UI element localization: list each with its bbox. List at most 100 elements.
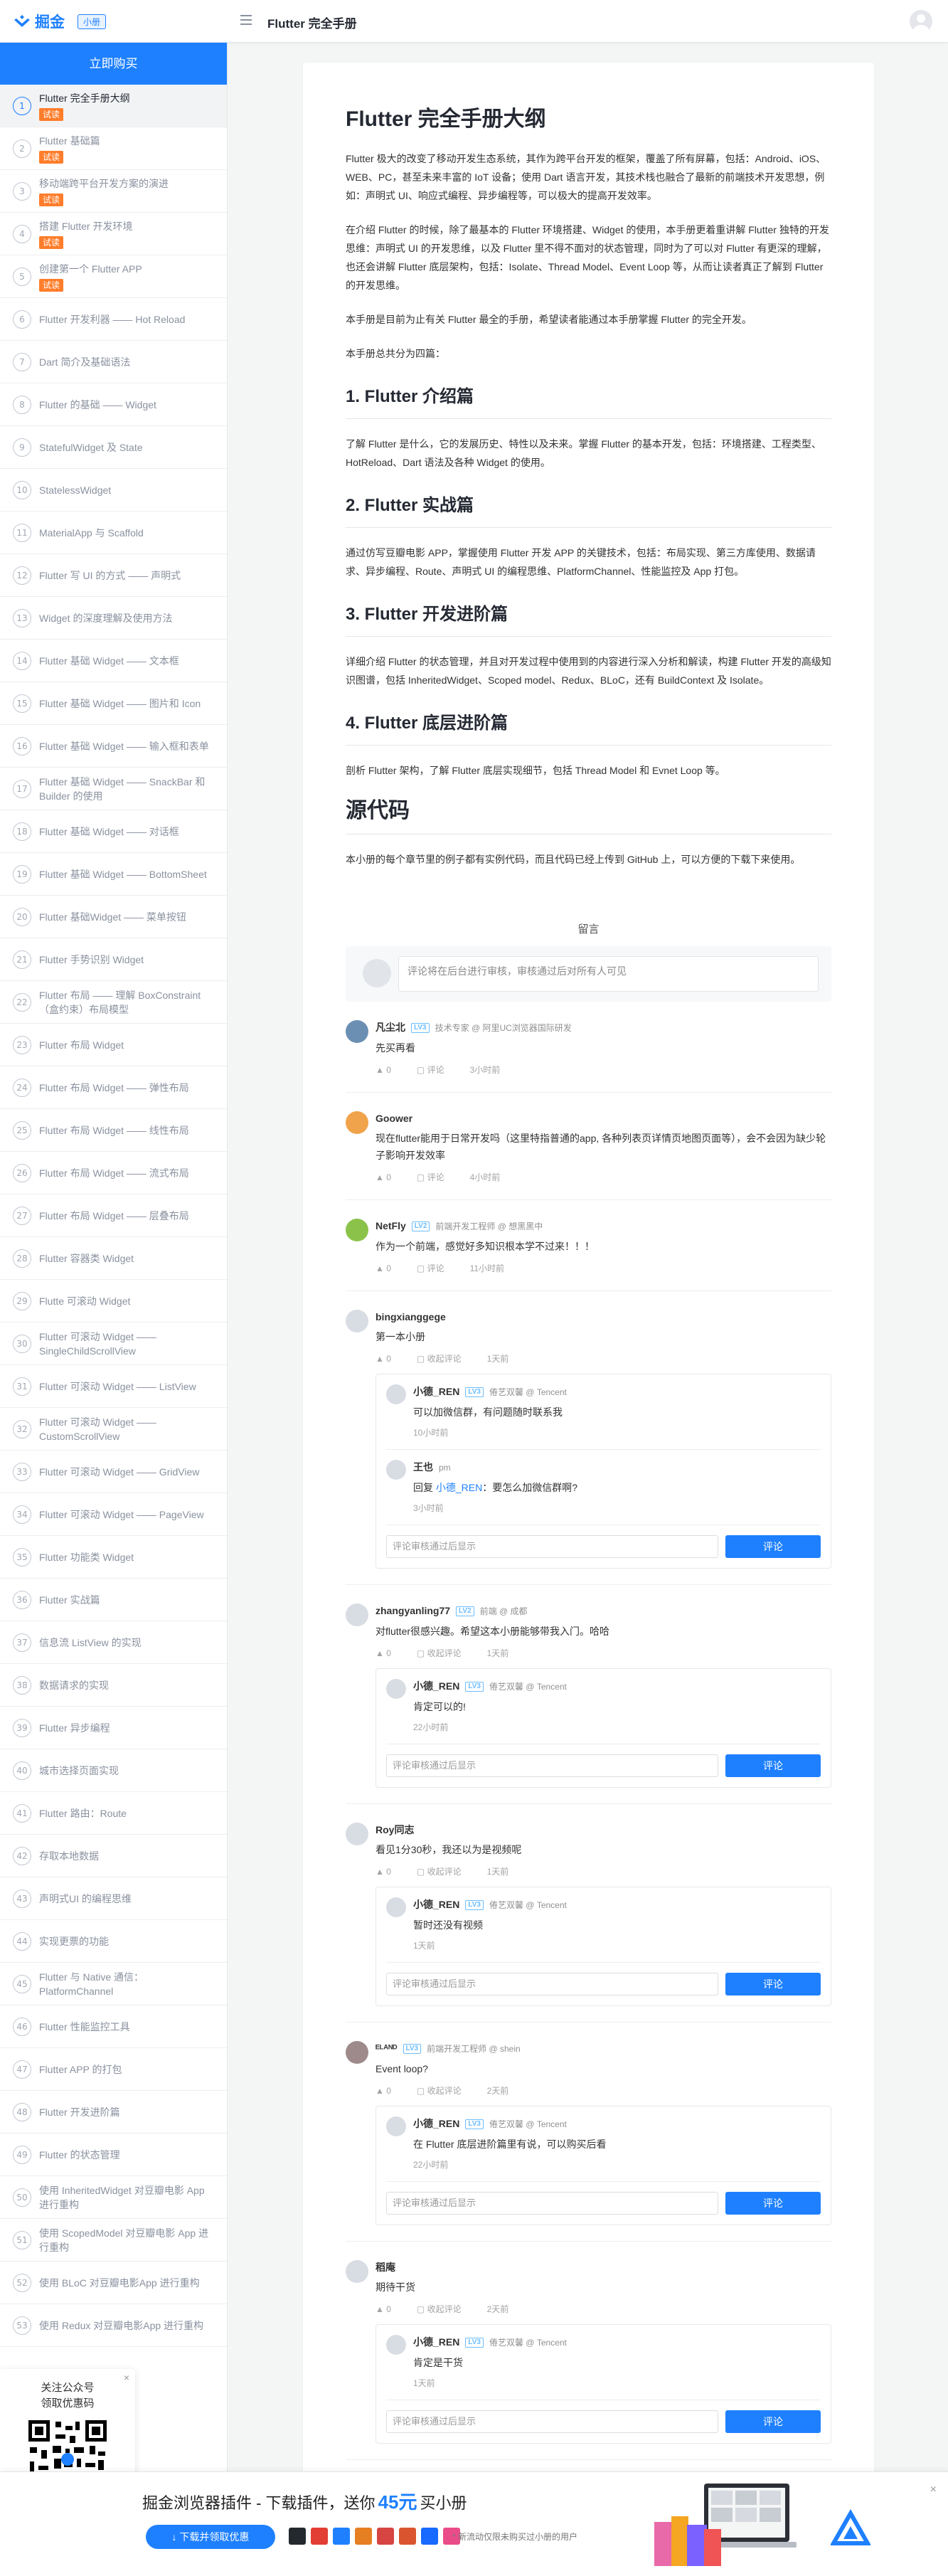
like-button[interactable]: ▲ 0 bbox=[376, 1172, 404, 1182]
chapter-item[interactable]: 19 Flutter 基础 Widget —— BottomSheet bbox=[0, 853, 227, 896]
reply-input[interactable]: 评论审核通过后显示 bbox=[386, 2410, 718, 2433]
like-button[interactable]: ▲ 0 bbox=[376, 1867, 404, 1877]
reply-author[interactable]: 小德_REN bbox=[413, 2118, 459, 2129]
reply-input[interactable]: 评论审核通过后显示 bbox=[386, 1754, 718, 1777]
chapter-item[interactable]: 48 Flutter 开发进阶篇 bbox=[0, 2091, 227, 2134]
chapter-item[interactable]: 30 Flutter 可滚动 Widget —— SingleChildScrol… bbox=[0, 1323, 227, 1365]
reply-author[interactable]: 小德_REN bbox=[413, 1680, 459, 1692]
chapter-item[interactable]: 52 使用 BLoC 对豆瓣电影App 进行重构 bbox=[0, 2262, 227, 2304]
avatar[interactable] bbox=[346, 1823, 368, 1845]
comment-toggle[interactable]: ▢ 收起评论 bbox=[417, 2304, 474, 2314]
reply-author[interactable]: 小德_REN bbox=[413, 1899, 459, 1910]
chapter-item[interactable]: 31 Flutter 可滚动 Widget —— ListView bbox=[0, 1365, 227, 1408]
chapter-item[interactable]: 45 Flutter 与 Native 通信：PlatformChannel bbox=[0, 1963, 227, 2005]
submit-reply-button[interactable]: 评论 bbox=[725, 2192, 821, 2215]
avatar[interactable] bbox=[386, 2335, 406, 2355]
avatar[interactable] bbox=[346, 1310, 368, 1332]
chapter-item[interactable]: 47 Flutter APP 的打包 bbox=[0, 2048, 227, 2091]
avatar[interactable] bbox=[346, 1111, 368, 1134]
juejin-logo[interactable]: 掘金 小册 bbox=[13, 12, 107, 31]
reply-author[interactable]: 小德_REN bbox=[413, 2336, 459, 2348]
chapter-item[interactable]: 37 信息流 ListView 的实现 bbox=[0, 1621, 227, 1664]
chapter-item[interactable]: 39 Flutter 异步编程 bbox=[0, 1707, 227, 1749]
chapter-item[interactable]: 33 Flutter 可滚动 Widget —— GridView bbox=[0, 1451, 227, 1493]
chapter-item[interactable]: 46 Flutter 性能监控工具 bbox=[0, 2005, 227, 2048]
chapter-item[interactable]: 26 Flutter 布局 Widget —— 流式布局 bbox=[0, 1152, 227, 1194]
comment-author[interactable]: zhangyanling77 bbox=[376, 1605, 450, 1616]
chapter-item[interactable]: 42 存取本地数据 bbox=[0, 1835, 227, 1877]
chapter-item[interactable]: 9 StatefulWidget 及 State bbox=[0, 426, 227, 469]
chapter-item[interactable]: 15 Flutter 基础 Widget —— 图片和 Icon bbox=[0, 682, 227, 725]
chapter-item[interactable]: 3 移动端跨平台开发方案的演进 试读 bbox=[0, 170, 227, 213]
chapter-item[interactable]: 22 Flutter 布局 —— 理解 BoxConstraint（盒约束）布局模… bbox=[0, 981, 227, 1024]
comment-toggle[interactable]: ▢ 收起评论 bbox=[417, 1867, 474, 1877]
chapter-item[interactable]: 21 Flutter 手势识别 Widget bbox=[0, 938, 227, 981]
comment-author[interactable]: 凡尘北 bbox=[376, 1022, 405, 1033]
avatar[interactable] bbox=[386, 1384, 406, 1404]
avatar[interactable] bbox=[386, 1679, 406, 1699]
close-icon[interactable]: × bbox=[124, 2372, 129, 2383]
chapter-item[interactable]: 23 Flutter 布局 Widget bbox=[0, 1024, 227, 1066]
comment-toggle[interactable]: ▢ 评论 bbox=[417, 1172, 457, 1182]
chapter-item[interactable]: 49 Flutter 的状态管理 bbox=[0, 2134, 227, 2176]
avatar[interactable] bbox=[386, 2116, 406, 2136]
chapter-item[interactable]: 53 使用 Redux 对豆瓣电影App 进行重构 bbox=[0, 2304, 227, 2347]
submit-reply-button[interactable]: 评论 bbox=[725, 1973, 821, 1995]
chapter-item[interactable]: 6 Flutter 开发利器 —— Hot Reload bbox=[0, 298, 227, 341]
chapter-item[interactable]: 36 Flutter 实战篇 bbox=[0, 1579, 227, 1621]
chapter-item[interactable]: 13 Widget 的深度理解及使用方法 bbox=[0, 597, 227, 640]
like-button[interactable]: ▲ 0 bbox=[376, 1354, 404, 1364]
chapter-item[interactable]: 35 Flutter 功能类 Widget bbox=[0, 1536, 227, 1579]
buy-now-button[interactable]: 立即购买 bbox=[0, 43, 227, 85]
chapter-item[interactable]: 28 Flutter 容器类 Widget bbox=[0, 1237, 227, 1280]
comment-author[interactable]: Goower bbox=[376, 1113, 412, 1124]
comment-toggle[interactable]: ▢ 评论 bbox=[417, 1263, 457, 1273]
reply-input[interactable]: 评论审核通过后显示 bbox=[386, 2192, 718, 2215]
comment-toggle[interactable]: ▢ 收起评论 bbox=[417, 1354, 474, 1364]
comment-author[interactable]: Roy同志 bbox=[376, 1824, 414, 1835]
avatar[interactable] bbox=[386, 1897, 406, 1917]
chapter-item[interactable]: 41 Flutter 路由：Route bbox=[0, 1792, 227, 1835]
reply-author[interactable]: 小德_REN bbox=[413, 1386, 459, 1397]
close-icon[interactable]: × bbox=[930, 2484, 937, 2496]
comment-author[interactable]: NetFly bbox=[376, 1220, 406, 1231]
submit-reply-button[interactable]: 评论 bbox=[725, 2410, 821, 2433]
chapter-item[interactable]: 8 Flutter 的基础 —— Widget bbox=[0, 383, 227, 426]
avatar[interactable] bbox=[386, 1460, 406, 1480]
chapter-item[interactable]: 11 MaterialApp 与 Scaffold bbox=[0, 512, 227, 554]
reply-input[interactable]: 评论审核通过后显示 bbox=[386, 1973, 718, 1995]
user-avatar[interactable] bbox=[910, 10, 932, 33]
comment-author[interactable]: ᴱᴸᴬᴺᴰ bbox=[376, 2042, 398, 2054]
submit-reply-button[interactable]: 评论 bbox=[725, 1754, 821, 1777]
chapter-item[interactable]: 17 Flutter 基础 Widget —— SnackBar 和 Builde… bbox=[0, 768, 227, 810]
comment-toggle[interactable]: ▢ 收起评论 bbox=[417, 2086, 474, 2096]
chapter-item[interactable]: 34 Flutter 可滚动 Widget —— PageView bbox=[0, 1493, 227, 1536]
chapter-item[interactable]: 32 Flutter 可滚动 Widget —— CustomScrollView bbox=[0, 1408, 227, 1451]
chapter-item[interactable]: 40 城市选择页面实现 bbox=[0, 1749, 227, 1792]
chapter-item[interactable]: 5 创建第一个 Flutter APP 试读 bbox=[0, 255, 227, 298]
chapter-item[interactable]: 10 StatelessWidget bbox=[0, 469, 227, 512]
comment-toggle[interactable]: ▢ 收起评论 bbox=[417, 1648, 474, 1658]
avatar[interactable] bbox=[346, 1604, 368, 1626]
menu-toggle-icon[interactable] bbox=[240, 15, 252, 25]
like-button[interactable]: ▲ 0 bbox=[376, 1648, 404, 1658]
chapter-item[interactable]: 38 数据请求的实现 bbox=[0, 1664, 227, 1707]
avatar[interactable] bbox=[346, 1020, 368, 1043]
mention-link[interactable]: 小德_REN bbox=[436, 1482, 482, 1493]
comment-toggle[interactable]: ▢ 评论 bbox=[417, 1065, 457, 1075]
chapter-item[interactable]: 16 Flutter 基础 Widget —— 输入框和表单 bbox=[0, 725, 227, 768]
chapter-item[interactable]: 12 Flutter 写 UI 的方式 —— 声明式 bbox=[0, 554, 227, 597]
reply-author[interactable]: 王也 bbox=[413, 1461, 433, 1473]
chapter-item[interactable]: 1 Flutter 完全手册大纲 试读 bbox=[0, 85, 227, 127]
like-button[interactable]: ▲ 0 bbox=[376, 1065, 404, 1075]
chapter-item[interactable]: 2 Flutter 基础篇 试读 bbox=[0, 127, 227, 170]
like-button[interactable]: ▲ 0 bbox=[376, 2304, 404, 2314]
reply-input[interactable]: 评论审核通过后显示 bbox=[386, 1535, 718, 1558]
avatar[interactable] bbox=[346, 2041, 368, 2064]
chapter-item[interactable]: 25 Flutter 布局 Widget —— 线性布局 bbox=[0, 1109, 227, 1152]
chapter-item[interactable]: 50 使用 InheritedWidget 对豆瓣电影 App 进行重构 bbox=[0, 2176, 227, 2219]
submit-reply-button[interactable]: 评论 bbox=[725, 1535, 821, 1558]
comment-input[interactable]: 评论将在后台进行审核，审核通过后对所有人可见 bbox=[398, 956, 819, 992]
chapter-item[interactable]: 51 使用 ScopedModel 对豆瓣电影 App 进行重构 bbox=[0, 2219, 227, 2262]
chapter-item[interactable]: 4 搭建 Flutter 开发环境 试读 bbox=[0, 213, 227, 255]
